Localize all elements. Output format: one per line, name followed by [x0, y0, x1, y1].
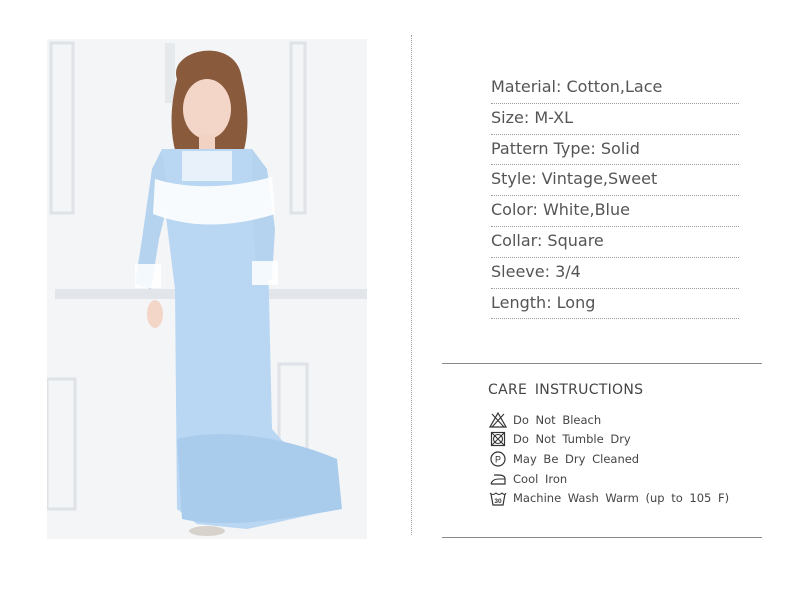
- spec-color: Color: White,Blue: [491, 196, 739, 227]
- care-item-label: Do Not Tumble Dry: [513, 432, 631, 447]
- do-not-bleach-icon: [489, 411, 507, 428]
- care-instructions-list: Do Not Bleach Do Not Tumble Dry P May Be…: [489, 410, 729, 508]
- spec-length: Length: Long: [491, 289, 739, 320]
- spec-sleeve: Sleeve: 3/4: [491, 258, 739, 289]
- spec-pattern-type: Pattern Type: Solid: [491, 135, 739, 166]
- care-item-dry-clean: P May Be Dry Cleaned: [489, 449, 729, 469]
- care-item-cool-iron: Cool Iron: [489, 469, 729, 489]
- spec-collar: Collar: Square: [491, 227, 739, 258]
- care-item-do-not-bleach: Do Not Bleach: [489, 410, 729, 430]
- wash-temp-glyph: 30: [494, 498, 502, 505]
- spec-size: Size: M-XL: [491, 104, 739, 135]
- cool-iron-icon: [489, 471, 507, 487]
- care-item-label: May Be Dry Cleaned: [513, 451, 640, 466]
- care-bottom-rule: [442, 537, 762, 538]
- product-spec-list: Material: Cotton,Lace Size: M-XL Pattern…: [491, 73, 739, 320]
- care-item-label: Cool Iron: [513, 471, 568, 486]
- dry-clean-glyph: P: [495, 454, 501, 464]
- care-instructions-title: CARE INSTRUCTIONS: [488, 382, 644, 398]
- spec-material: Material: Cotton,Lace: [491, 73, 739, 104]
- care-item-do-not-tumble-dry: Do Not Tumble Dry: [489, 430, 729, 450]
- do-not-tumble-dry-icon: [489, 431, 507, 447]
- spec-style: Style: Vintage,Sweet: [491, 165, 739, 197]
- care-item-machine-wash: 30 Machine Wash Warm (up to 105 F): [489, 488, 729, 508]
- care-top-rule: [442, 363, 762, 364]
- care-item-label: Do Not Bleach: [513, 412, 602, 427]
- care-item-label: Machine Wash Warm (up to 105 F): [513, 491, 730, 506]
- model-in-blue-nightgown-image: [47, 39, 367, 539]
- dry-clean-p-icon: P: [489, 451, 507, 467]
- vertical-dotted-divider: [411, 35, 412, 535]
- product-photo: [47, 39, 367, 539]
- machine-wash-icon: 30: [489, 490, 507, 506]
